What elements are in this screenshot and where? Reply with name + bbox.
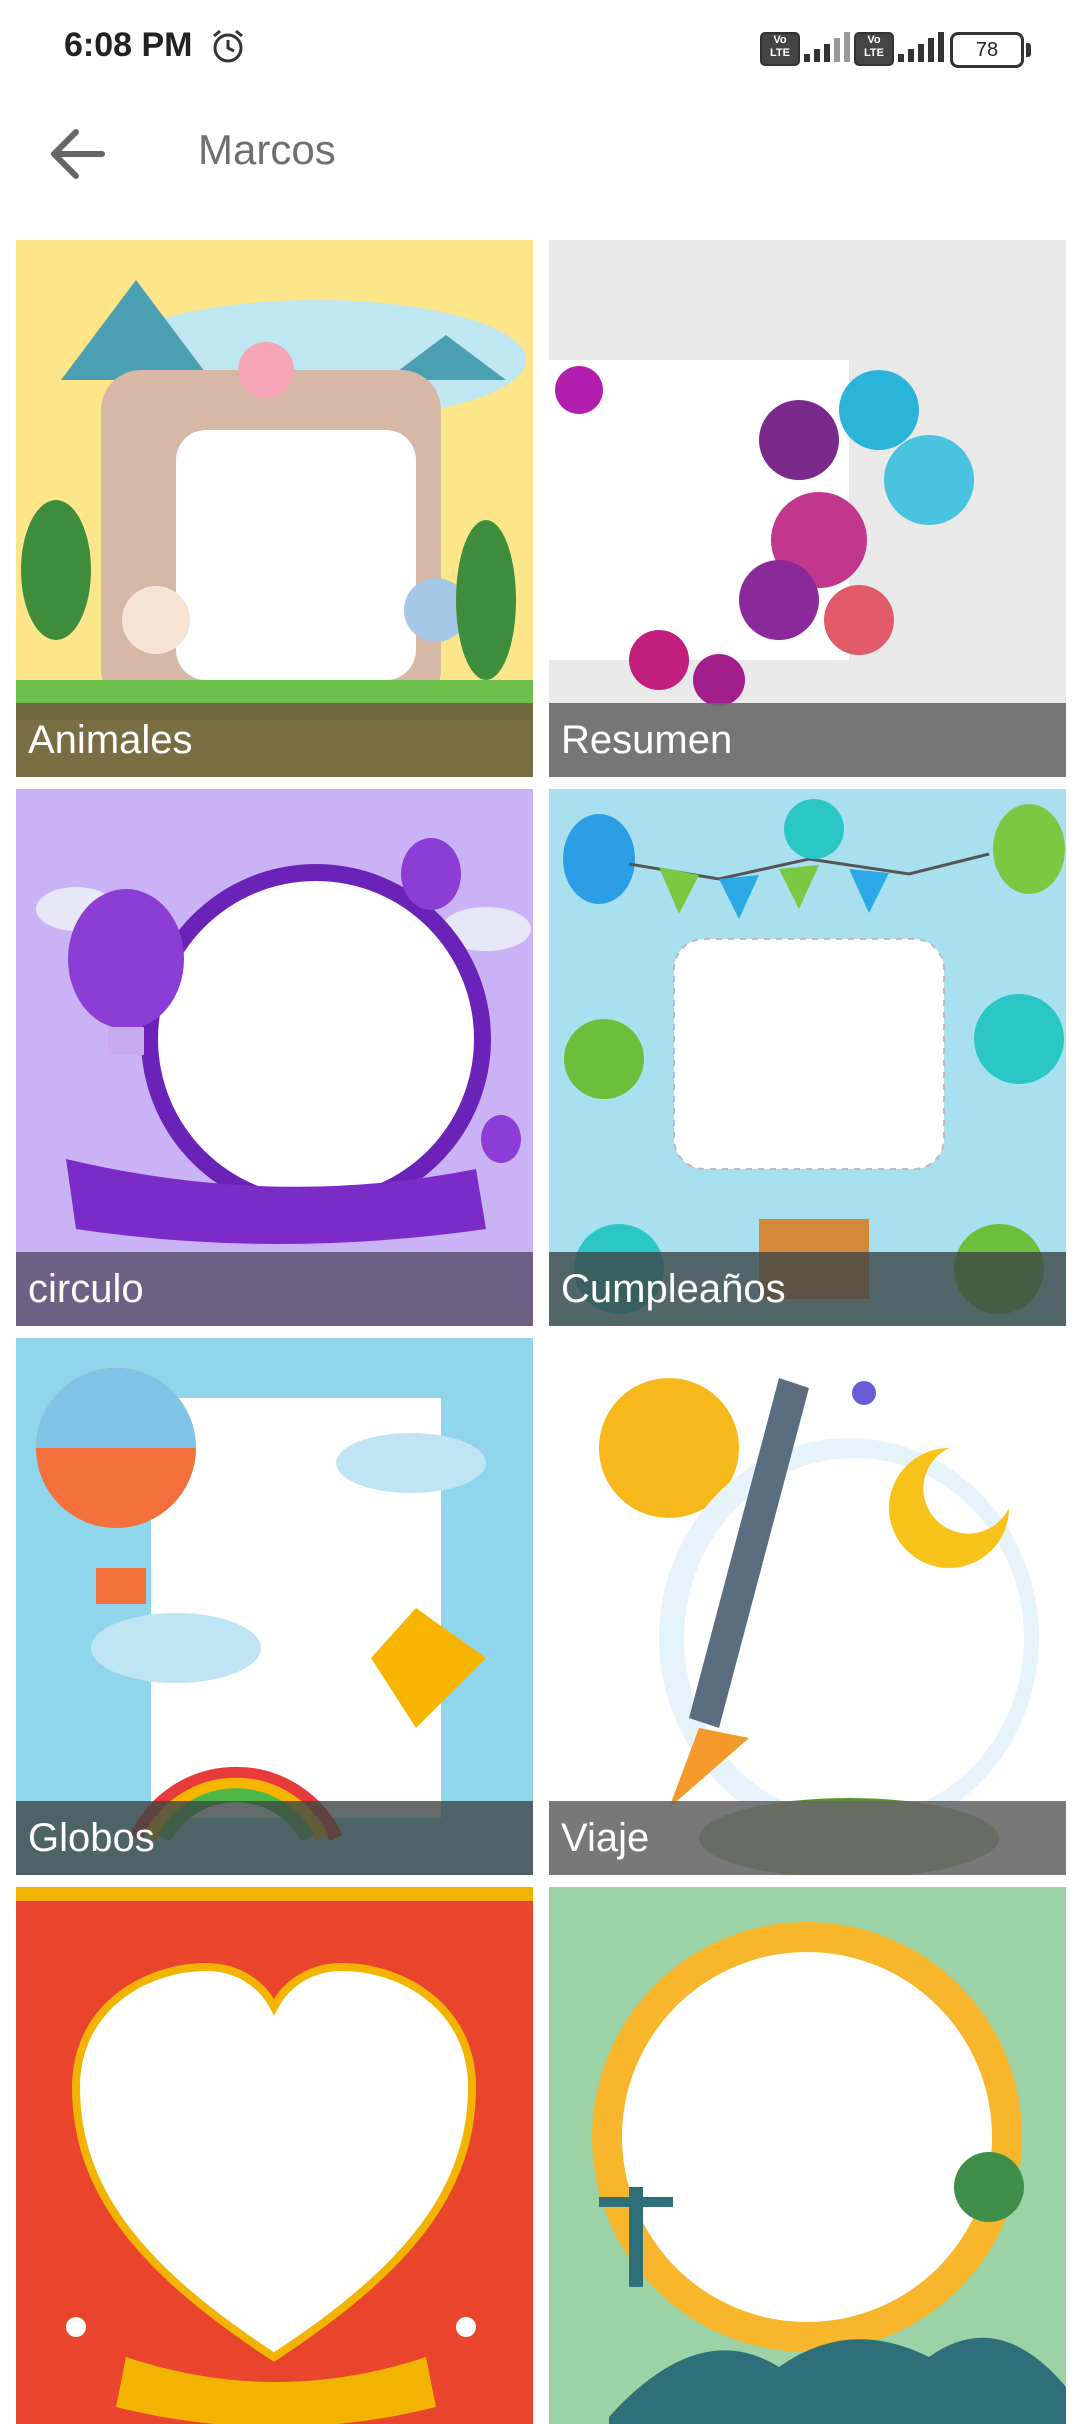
balloons-frame-image bbox=[16, 1338, 533, 1875]
app-bar: Marcos bbox=[0, 96, 1080, 226]
frame-tile-circulo[interactable]: circulo bbox=[16, 789, 533, 1326]
arrow-left-icon[interactable] bbox=[40, 114, 120, 194]
frame-label: Viaje bbox=[549, 1801, 1066, 1875]
volte-icon: Vo LTE bbox=[760, 32, 800, 66]
frame-tile-heart[interactable] bbox=[16, 1887, 533, 2424]
frame-label: Resumen bbox=[549, 703, 1066, 777]
frame-label: circulo bbox=[16, 1252, 533, 1326]
circle-frame-image bbox=[16, 789, 533, 1326]
status-time: 6:08 PM bbox=[64, 26, 193, 64]
frames-grid: Animales Resumen circulo Cumpleaños Glob… bbox=[16, 240, 1066, 2424]
sun-frame-image bbox=[549, 1887, 1066, 2424]
birthday-frame-image bbox=[549, 789, 1066, 1326]
page-title: Marcos bbox=[198, 126, 336, 173]
status-bar: 6:08 PM Vo LTE Vo LTE 78 bbox=[0, 0, 1080, 96]
travel-frame-image bbox=[549, 1338, 1066, 1875]
frame-label: Animales bbox=[16, 703, 533, 777]
frame-tile-viaje[interactable]: Viaje bbox=[549, 1338, 1066, 1875]
alarm-icon bbox=[213, 29, 243, 63]
frame-tile-cumpleanos[interactable]: Cumpleaños bbox=[549, 789, 1066, 1326]
frame-label: Globos bbox=[16, 1801, 533, 1875]
frame-tile-globos[interactable]: Globos bbox=[16, 1338, 533, 1875]
volte-icon: Vo LTE bbox=[854, 32, 894, 66]
battery-icon: 78 bbox=[950, 32, 1031, 68]
signal-icon bbox=[898, 32, 944, 62]
frame-tile-sun[interactable] bbox=[549, 1887, 1066, 2424]
signal-icon bbox=[804, 32, 850, 62]
frame-label: Cumpleaños bbox=[549, 1252, 1066, 1326]
animals-frame-image bbox=[16, 240, 533, 777]
abstract-frame-image bbox=[549, 240, 1066, 777]
frame-tile-animales[interactable]: Animales bbox=[16, 240, 533, 777]
heart-frame-image bbox=[16, 1887, 533, 2424]
frame-tile-resumen[interactable]: Resumen bbox=[549, 240, 1066, 777]
